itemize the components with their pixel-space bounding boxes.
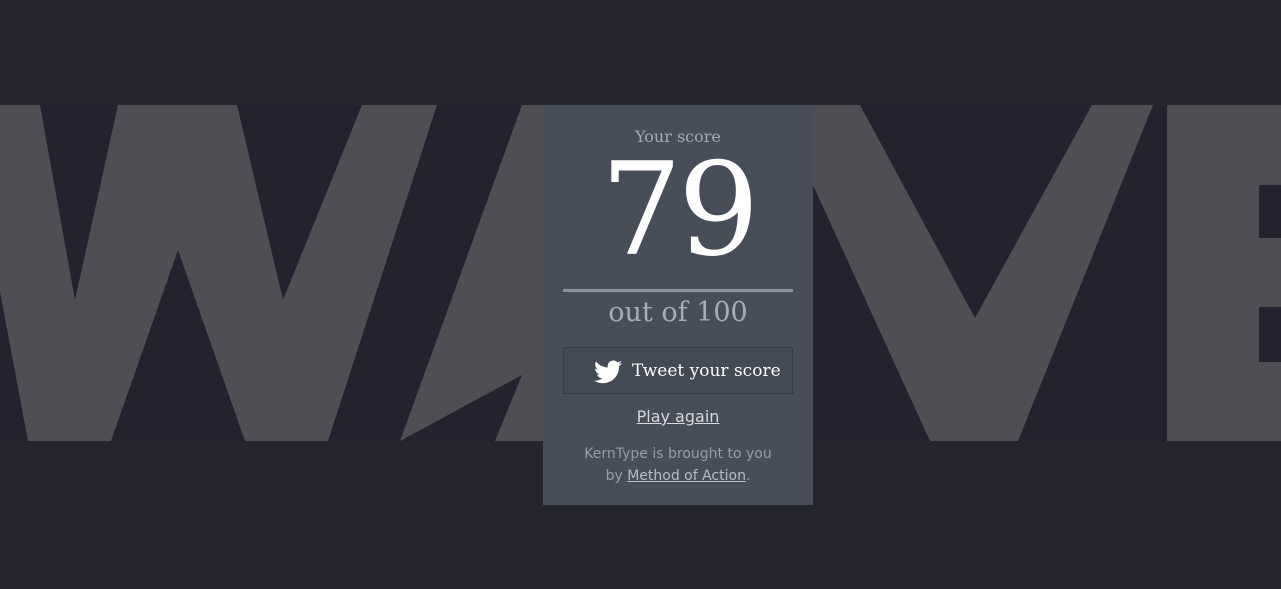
score-divider <box>563 289 793 292</box>
score-max: out of 100 <box>608 297 748 328</box>
credits-by: by <box>605 468 623 484</box>
score-value: 79 <box>600 136 760 285</box>
letter-e[interactable] <box>1167 105 1281 441</box>
credits-suffix: . <box>745 468 751 484</box>
tweet-score-button[interactable]: Tweet your score <box>563 347 793 394</box>
tweet-score-label: Tweet your score <box>632 361 781 381</box>
game-stage: Your score 79 out of 100 Tweet your scor… <box>0 0 1281 589</box>
letter-w[interactable] <box>0 105 437 441</box>
score-card: Your score 79 out of 100 Tweet your scor… <box>543 105 813 505</box>
play-again-link[interactable]: Play again <box>543 407 813 426</box>
method-of-action-link[interactable]: Method of Action <box>627 468 746 484</box>
letter-v[interactable] <box>813 105 1153 441</box>
credits-text: KernType is brought to you by Method of … <box>543 443 813 487</box>
credits-line-1: KernType is brought to you <box>584 446 772 462</box>
credits-line-2: by Method of Action. <box>543 465 813 487</box>
twitter-bird-icon <box>594 360 622 384</box>
